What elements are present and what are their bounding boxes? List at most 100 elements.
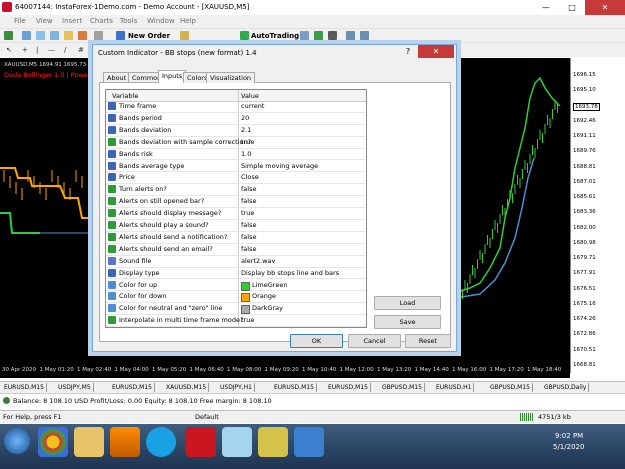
cursor-icon[interactable]: ↖ bbox=[6, 46, 12, 54]
metatrader-icon[interactable] bbox=[294, 427, 324, 457]
input-row[interactable]: Time frame current bbox=[106, 101, 366, 113]
chart-tab[interactable]: EURUSD,M15 bbox=[326, 383, 371, 392]
input-row[interactable]: Alerts on still opened bar? false bbox=[106, 196, 366, 209]
input-row[interactable]: Alerts should display message? true bbox=[106, 208, 366, 220]
input-row[interactable]: Color for up LimeGreen bbox=[106, 280, 366, 292]
input-value[interactable]: false bbox=[241, 197, 256, 205]
input-row[interactable]: Alerts should play a sound? false bbox=[106, 220, 366, 232]
chart-tab[interactable]: EURUSD,M15 bbox=[272, 383, 317, 392]
input-row[interactable]: Bands deviation with sample correction? t… bbox=[106, 137, 366, 149]
input-value[interactable]: Display bb stops line and bars bbox=[241, 269, 339, 277]
strategy-tester-icon[interactable] bbox=[94, 31, 103, 40]
chart-tab[interactable]: USDJPY,M5 bbox=[56, 383, 94, 392]
menu-window[interactable]: Window bbox=[147, 17, 175, 25]
menu-file[interactable]: File bbox=[14, 17, 26, 25]
menu-help[interactable]: Help bbox=[180, 17, 196, 25]
line-chart-icon[interactable] bbox=[328, 31, 337, 40]
ok-button[interactable]: OK bbox=[290, 334, 343, 348]
tab-inputs[interactable]: Inputs bbox=[158, 70, 187, 83]
autotrading-icon[interactable] bbox=[240, 31, 249, 40]
metaeditor-icon[interactable] bbox=[116, 31, 125, 40]
input-value[interactable]: current bbox=[241, 102, 264, 110]
chart-tab[interactable]: GBPUSD,M15 bbox=[380, 383, 425, 392]
navigator-icon[interactable] bbox=[64, 31, 73, 40]
dialog-close-button[interactable]: ✕ bbox=[418, 45, 454, 58]
candlestick-icon[interactable] bbox=[314, 31, 323, 40]
market-watch-icon[interactable] bbox=[36, 31, 45, 40]
input-value[interactable]: Close bbox=[241, 173, 259, 181]
chart-tab[interactable]: XAUUSD,M15 bbox=[164, 383, 210, 392]
input-value[interactable]: false bbox=[241, 245, 256, 253]
zoom-out-icon[interactable] bbox=[360, 31, 369, 40]
chart-tab[interactable]: EURUSD,M15 bbox=[2, 383, 47, 392]
input-row[interactable]: Turn alerts on? false bbox=[106, 184, 366, 197]
chart-tab[interactable]: EURUSD,H1 bbox=[434, 383, 475, 392]
input-row[interactable]: Display type Display bb stops line and ba… bbox=[106, 268, 366, 280]
input-row[interactable]: Bands period 20 bbox=[106, 113, 366, 125]
input-row[interactable]: Color for neutral and "zero" line DarkGra… bbox=[106, 303, 366, 316]
input-value[interactable]: false bbox=[241, 233, 256, 241]
input-value[interactable]: LimeGreen bbox=[252, 281, 287, 289]
input-value[interactable]: true bbox=[241, 316, 254, 324]
chart-tab[interactable]: EURUSD,M15 bbox=[110, 383, 155, 392]
bar-chart-icon[interactable] bbox=[300, 31, 309, 40]
input-value[interactable]: false bbox=[241, 185, 256, 193]
load-button[interactable]: Load bbox=[374, 296, 441, 310]
expert-icon[interactable] bbox=[180, 31, 189, 40]
chart-tab[interactable]: GBPUSD,Daily bbox=[542, 383, 590, 392]
input-row[interactable]: Alerts should send an email? false bbox=[106, 244, 366, 256]
autotrading-button[interactable]: AutoTrading bbox=[251, 32, 299, 40]
new-chart-icon[interactable] bbox=[4, 31, 13, 40]
input-value[interactable]: 20 bbox=[241, 114, 249, 122]
input-value[interactable]: true bbox=[241, 209, 254, 217]
trendline-icon[interactable]: / bbox=[64, 46, 66, 54]
app-icon-blue[interactable] bbox=[222, 427, 252, 457]
channel-icon[interactable]: # bbox=[78, 46, 84, 54]
input-value[interactable]: Simple moving average bbox=[241, 162, 318, 170]
minimize-button[interactable]: — bbox=[533, 0, 559, 15]
input-value[interactable]: alert2.wav bbox=[241, 257, 275, 265]
input-value[interactable]: 2.1 bbox=[241, 126, 251, 134]
menu-charts[interactable]: Charts bbox=[90, 17, 113, 25]
skype-icon[interactable] bbox=[146, 427, 176, 457]
new-order-button[interactable]: New Order bbox=[128, 32, 170, 40]
menu-insert[interactable]: Insert bbox=[62, 17, 82, 25]
input-row[interactable]: Bands deviation 2.1 bbox=[106, 125, 366, 137]
window-title-bar[interactable]: 64007144: InstaForex-1Demo.com - Demo Ac… bbox=[0, 0, 625, 16]
input-row[interactable]: Interpolate in multi time frame mode? tru… bbox=[106, 315, 366, 328]
vertical-line-icon[interactable]: | bbox=[36, 46, 38, 54]
input-value[interactable]: false bbox=[241, 221, 256, 229]
input-row[interactable]: Bands average type Simple moving average bbox=[106, 161, 366, 173]
input-row[interactable]: Price Close bbox=[106, 172, 366, 185]
reset-button[interactable]: Reset bbox=[405, 334, 451, 348]
data-window-icon[interactable] bbox=[50, 31, 59, 40]
dialog-help-button[interactable]: ? bbox=[400, 45, 416, 58]
menu-view[interactable]: View bbox=[36, 17, 53, 25]
input-value[interactable]: DarkGray bbox=[252, 304, 283, 312]
menu-tools[interactable]: Tools bbox=[120, 17, 137, 25]
input-value[interactable]: true bbox=[241, 138, 254, 146]
zoom-in-icon[interactable] bbox=[346, 31, 355, 40]
vlc-icon[interactable] bbox=[110, 427, 140, 457]
tab-visualization[interactable]: Visualization bbox=[206, 72, 256, 83]
input-row[interactable]: Color for down Orange bbox=[106, 291, 366, 304]
cancel-button[interactable]: Cancel bbox=[348, 334, 401, 348]
input-row[interactable]: Sound file alert2.wav bbox=[106, 256, 366, 268]
start-button[interactable] bbox=[4, 428, 30, 454]
chrome-icon[interactable] bbox=[38, 427, 68, 457]
chart-tab[interactable]: GBPUSD,M15 bbox=[488, 383, 533, 392]
input-value[interactable]: 1.0 bbox=[241, 150, 251, 158]
horizontal-line-icon[interactable]: — bbox=[48, 46, 55, 54]
chart-tab[interactable]: USDJPY,H1 bbox=[218, 383, 255, 392]
save-button[interactable]: Save bbox=[374, 315, 441, 329]
input-value[interactable]: Orange bbox=[252, 292, 276, 300]
input-row[interactable]: Bands risk 1.0 bbox=[106, 149, 366, 161]
close-button[interactable]: ✕ bbox=[585, 0, 625, 15]
terminal-icon[interactable] bbox=[78, 31, 87, 40]
input-row[interactable]: Alerts should send a notification? false bbox=[106, 232, 366, 244]
profiles-icon[interactable] bbox=[22, 31, 31, 40]
dialog-title-bar[interactable]: Custom Indicator - BB stops (new format)… bbox=[93, 45, 456, 61]
crosshair-icon[interactable]: + bbox=[22, 46, 28, 54]
instaforex-icon[interactable] bbox=[186, 427, 216, 457]
maximize-button[interactable]: □ bbox=[559, 0, 585, 15]
